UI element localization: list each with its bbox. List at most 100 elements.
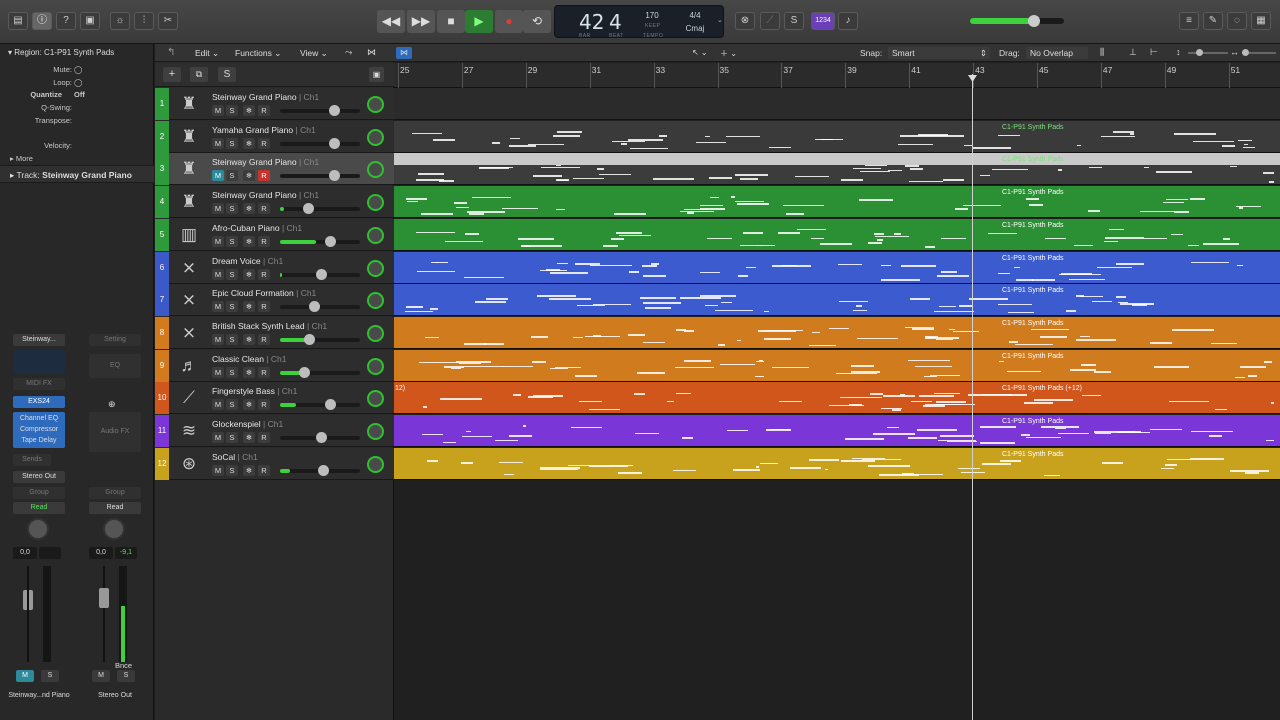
global-solo-button[interactable]: S [218,67,236,82]
freeze-icon[interactable]: ❄ [243,399,255,411]
track-name[interactable]: SoCal | Ch1 [212,452,258,462]
track-header-11[interactable]: 11 ≋ Glockenspiel | Ch1 M S ❄ R [155,415,394,447]
lcd-display[interactable]: 42 4 BAR BEAT 170 KEEP TEMPO 4/4 Cmaj ⌄ [554,5,724,39]
track-lane-1[interactable] [394,88,1280,120]
mute-button[interactable]: M [212,301,224,313]
browser-icon[interactable]: ▦ [1251,12,1271,30]
track-volume-knob[interactable] [315,268,327,280]
record-enable-button[interactable]: R [258,203,270,215]
fx-slot[interactable]: Tape Delay [13,435,65,446]
track-volume-knob[interactable] [329,170,341,182]
keyboard-stand-icon[interactable]: ⨯ [177,288,201,312]
record-button[interactable]: ● [495,10,523,33]
record-enable-button[interactable]: R [258,301,270,313]
mute-checkbox[interactable]: ◯ [74,65,82,74]
audio-fx-slots[interactable]: Channel EQ Compressor Tape Delay [13,412,65,448]
selected-region-header[interactable] [394,153,1280,166]
library-icon[interactable]: ▤ [8,12,28,30]
volume-fader-track[interactable] [103,566,105,662]
record-enable-button[interactable]: R [258,235,270,247]
inspector-icon[interactable]: ⓘ [32,12,52,30]
pan-knob[interactable] [27,518,49,540]
track-lane-8[interactable]: C1-P91 Synth Pads [394,316,1280,349]
track-pan-knob[interactable] [367,194,384,212]
region-label[interactable]: C1-P91 Synth Pads [1002,255,1063,262]
mute-button[interactable]: M [212,366,224,378]
group-slot[interactable]: Group [89,487,141,499]
loop-browser-icon[interactable]: ◌ [1227,12,1247,30]
electric-guitar-icon[interactable]: ♬ [177,354,201,378]
zoom-knob[interactable] [1242,49,1249,56]
region-label[interactable]: C1-P91 Synth Pads [1002,353,1063,360]
record-enable-button[interactable]: R [258,137,270,149]
track-header-2[interactable]: 2 ♜ Yamaha Grand Piano | Ch1 M S ❄ R [155,120,394,153]
track-volume-fader[interactable] [280,301,360,313]
instrument-slot[interactable]: EXS24 [13,396,65,408]
bounce-button[interactable]: Bnce [115,661,132,670]
track-name[interactable]: Steinway Grand Piano | Ch1 [212,157,319,167]
track-header-8[interactable]: 8 ⨯ British Stack Synth Lead | Ch1 M S ❄ R [155,316,394,349]
record-enable-button[interactable]: R [258,170,270,182]
track-volume-knob[interactable] [303,333,315,345]
channel-name[interactable]: Stereo Out [79,692,151,699]
upright-piano-icon[interactable]: ▥ [177,223,201,247]
record-enable-button[interactable]: R [258,105,270,116]
setting-button[interactable]: Steinway... [13,334,65,346]
track-name[interactable]: Dream Voice | Ch1 [212,256,283,266]
track-volume-knob[interactable] [318,464,330,476]
eq-slot[interactable]: EQ [89,354,141,378]
group-slot[interactable]: Group [13,487,65,499]
horizontal-fit-icon[interactable]: ⊢ [1150,47,1158,58]
edit-menu[interactable]: Edit ⌄ [195,48,219,59]
waveform-zoom-icon[interactable]: ⫼ [1100,47,1104,58]
track-volume-knob[interactable] [299,366,310,378]
record-enable-button[interactable]: R [258,432,270,443]
track-header-3[interactable]: 3 ♜ Steinway Grand Piano | Ch1 M S ❄ R [155,153,394,186]
mixer-icon[interactable]: ⫶ [134,12,154,30]
keyboard-stand-icon[interactable]: ⨯ [177,256,201,280]
track-pan-knob[interactable] [367,96,384,113]
output-slot[interactable]: Stereo Out [13,471,65,483]
audio-fx-slot[interactable]: Audio FX [89,412,141,452]
region-label[interactable]: C1-P91 Synth Pads [1002,222,1063,229]
track-volume-knob[interactable] [325,399,337,411]
track-name[interactable]: Fingerstyle Bass | Ch1 [212,386,297,396]
record-enable-button[interactable]: R [258,366,270,378]
transpose-row[interactable]: Transpose: [0,116,154,128]
track-volume-knob[interactable] [303,203,314,215]
bar-ruler[interactable]: 25 27 29 31 33 35 37 39 41 43 45 47 49 51 [394,63,1280,88]
editors-icon[interactable]: ▣ [80,12,100,30]
pointer-tool-icon[interactable]: ↖ ⌄ [692,48,708,57]
track-header-12[interactable]: 12 ⊛ SoCal | Ch1 M S ❄ R [155,447,394,480]
fx-slot[interactable]: Compressor [13,424,65,435]
region-label[interactable]: C1-P91 Synth Pads [1002,320,1063,327]
eq-thumbnail[interactable] [13,350,65,374]
count-in-button[interactable]: 1234 [811,12,835,30]
track-inspector-header[interactable]: ▸ Track: Steinway Grand Piano [0,165,154,183]
freeze-icon[interactable]: ❄ [243,268,255,280]
track-volume-fader[interactable] [280,464,360,476]
link-icon[interactable]: ⊕ [108,399,116,410]
solo-icon[interactable]: S [784,12,804,30]
solo-button[interactable]: S [226,170,238,182]
track-pan-knob[interactable] [367,128,384,146]
region-label[interactable]: C1-P91 Synth Pads [1002,189,1063,196]
region-label[interactable]: C1-P91 Synth Pads [1002,124,1063,131]
track-volume-fader[interactable] [280,105,360,116]
view-menu[interactable]: View ⌄ [300,48,328,59]
duplicate-track-button[interactable]: ⧉ [190,67,208,82]
track-pan-knob[interactable] [367,259,384,277]
solo-button[interactable]: S [226,301,238,313]
track-lane-6[interactable]: C1-P91 Synth Pads [394,251,1280,284]
track-lane-3[interactable]: C1-P91 Synth Pads [394,153,1280,186]
solo-button[interactable]: S [226,268,238,280]
freeze-icon[interactable]: ❄ [243,170,255,182]
track-name[interactable]: Steinway Grand Piano | Ch1 [212,92,319,102]
solo-button[interactable]: S [226,137,238,149]
mute-button[interactable]: M [16,670,34,682]
track-name[interactable]: Epic Cloud Formation | Ch1 [212,288,316,298]
master-volume-knob[interactable] [1028,15,1040,27]
grand-piano-icon[interactable]: ♜ [177,157,201,181]
track-volume-fader[interactable] [280,170,360,182]
solo-button[interactable]: S [117,670,135,682]
